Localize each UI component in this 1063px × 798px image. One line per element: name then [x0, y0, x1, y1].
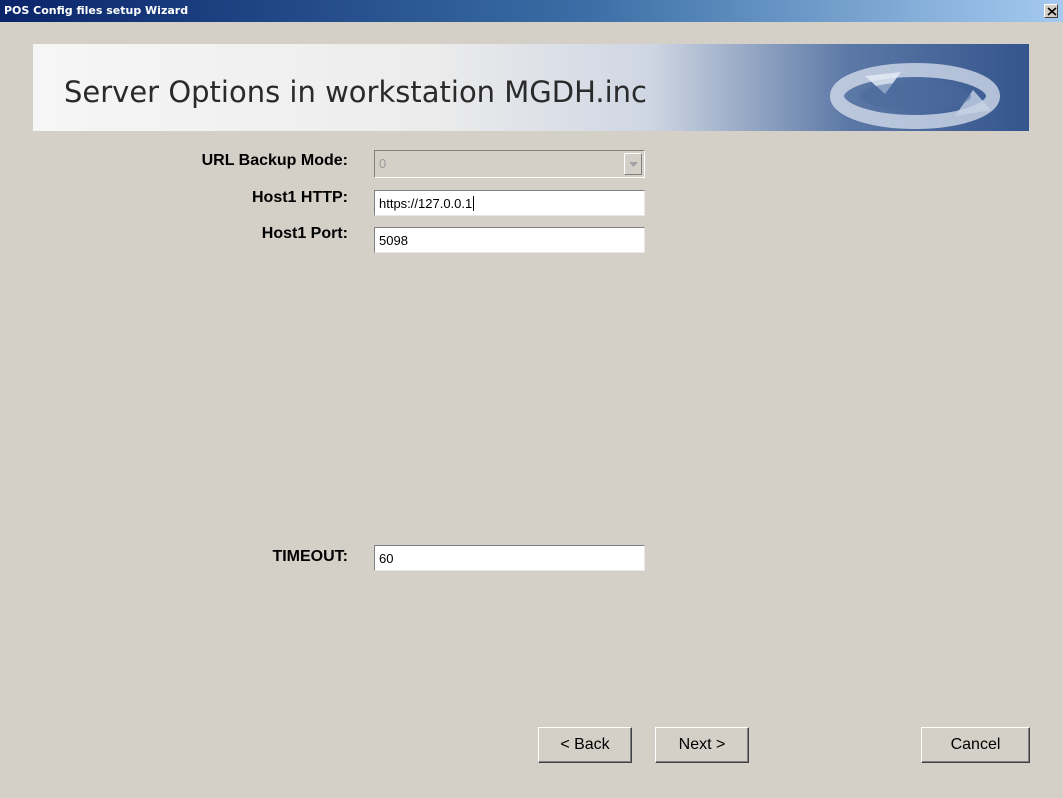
timeout-label: TIMEOUT: — [272, 548, 348, 565]
url-backup-mode-label: URL Backup Mode: — [201, 152, 348, 169]
host1-http-label: Host1 HTTP: — [252, 189, 348, 206]
host1-port-label: Host1 Port: — [261, 225, 348, 242]
cancel-button[interactable]: Cancel — [921, 727, 1030, 763]
page-title: Server Options in workstation MGDH.inc — [64, 75, 648, 109]
header-banner: Server Options in workstation MGDH.inc — [33, 44, 1029, 131]
refresh-arrows-icon — [830, 63, 1000, 129]
url-backup-mode-value: 0 — [379, 156, 387, 171]
close-icon — [1047, 7, 1057, 16]
host1-port-input[interactable]: 5098 — [374, 227, 645, 253]
host1-http-value: https://127.0.0.1 — [379, 196, 473, 211]
chevron-down-icon — [629, 162, 638, 167]
host1-http-input[interactable]: https://127.0.0.1 — [374, 190, 645, 216]
timeout-value: 60 — [379, 551, 394, 566]
dropdown-button[interactable] — [624, 153, 642, 175]
text-cursor — [473, 196, 475, 211]
wizard-window: POS Config files setup Wizard Server Opt… — [0, 0, 1063, 798]
window-title: POS Config files setup Wizard — [4, 4, 189, 17]
host1-port-value: 5098 — [379, 233, 408, 248]
next-button[interactable]: Next > — [655, 727, 749, 763]
url-backup-mode-select[interactable]: 0 — [374, 150, 645, 178]
title-bar[interactable]: POS Config files setup Wizard — [0, 0, 1063, 22]
timeout-input[interactable]: 60 — [374, 545, 645, 571]
back-button[interactable]: < Back — [538, 727, 632, 763]
close-button[interactable] — [1044, 4, 1058, 18]
